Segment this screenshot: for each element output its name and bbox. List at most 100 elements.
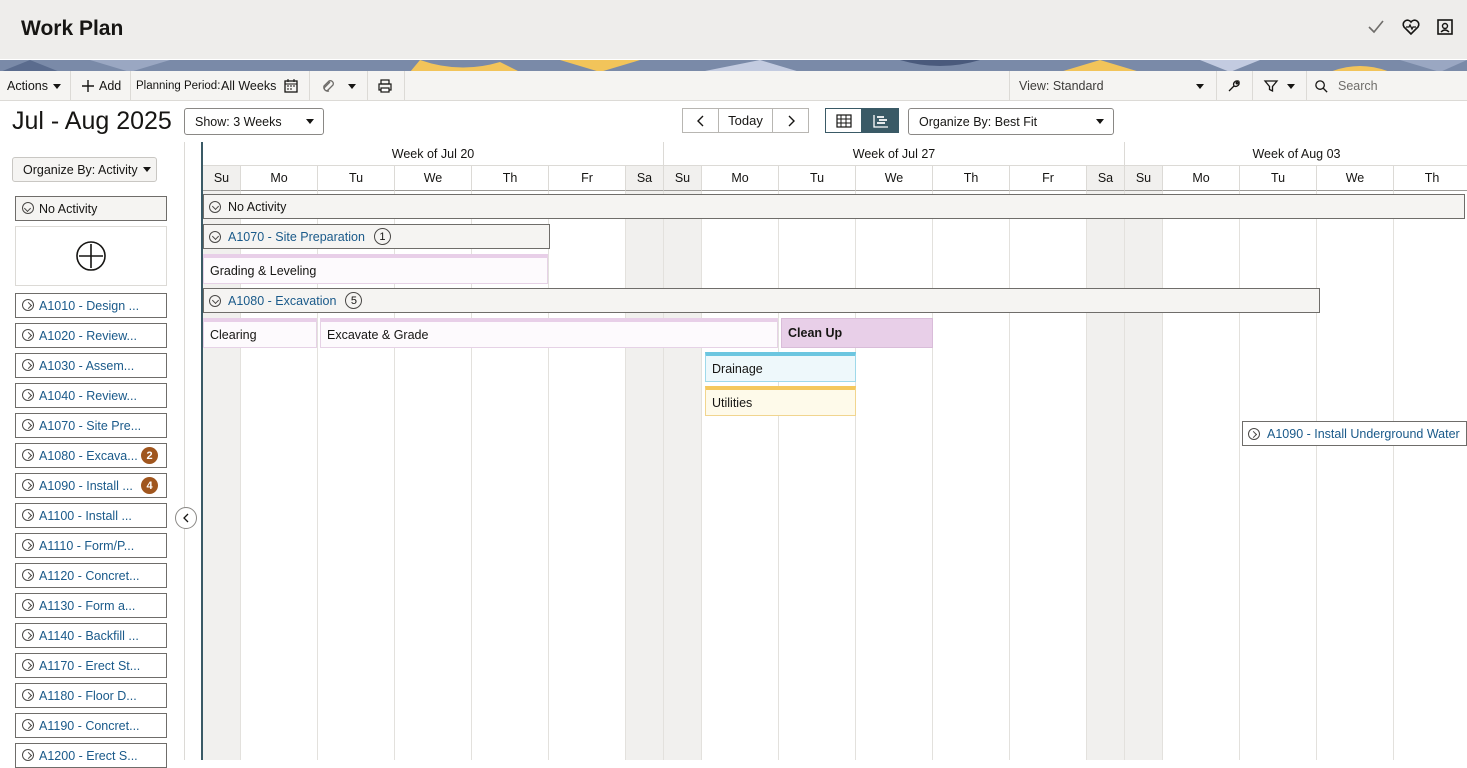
activity-label: A1070 - Site Pre... [39, 418, 142, 433]
day-column[interactable] [1394, 191, 1467, 760]
expand-icon[interactable] [22, 299, 34, 311]
task-bar[interactable]: Drainage [705, 352, 856, 382]
day-column[interactable] [1240, 191, 1317, 760]
expand-icon[interactable] [22, 599, 34, 611]
day-column[interactable] [779, 191, 856, 760]
expand-icon[interactable] [22, 509, 34, 521]
task-count-badge: 1 [373, 228, 391, 245]
collapse-panel-button[interactable] [175, 507, 197, 529]
expand-icon[interactable] [22, 629, 34, 641]
collapse-icon[interactable] [209, 295, 221, 307]
day-header: Th [933, 166, 1010, 191]
day-header: We [856, 166, 933, 191]
expand-icon[interactable] [22, 202, 34, 214]
task-bar[interactable]: Excavate & Grade [320, 318, 778, 348]
activity-tile[interactable]: A1090 - Install ... 4 [15, 473, 167, 498]
group-a1080[interactable]: A1080 - Excavation 5 [203, 288, 1320, 313]
day-column[interactable] [626, 191, 664, 760]
collapse-icon[interactable] [209, 231, 221, 243]
group-a1090[interactable]: A1090 - Install Underground Water [1242, 421, 1467, 446]
activity-tile[interactable]: A1190 - Concret... [15, 713, 167, 738]
expand-icon[interactable] [22, 449, 34, 461]
organize-by-activity-menu[interactable]: Organize By: Activity [12, 157, 157, 182]
task-bar[interactable]: Clearing [203, 318, 317, 348]
task-bar[interactable]: Utilities [705, 386, 856, 416]
activity-tile[interactable]: A1170 - Erect St... [15, 653, 167, 678]
contact-card-icon[interactable] [1435, 17, 1455, 37]
day-header: Th [1394, 166, 1467, 191]
activity-label: A1020 - Review... [39, 328, 137, 343]
day-column[interactable] [1010, 191, 1087, 760]
activity-tile[interactable]: A1130 - Form a... [15, 593, 167, 618]
view-select[interactable]: View: Standard [1019, 71, 1209, 101]
expand-icon[interactable] [22, 719, 34, 731]
day-column[interactable] [664, 191, 702, 760]
day-header: Fr [549, 166, 626, 191]
day-header: Tu [318, 166, 395, 191]
activity-label: A1200 - Erect S... [39, 748, 138, 763]
activity-tile[interactable]: A1100 - Install ... [15, 503, 167, 528]
group-a1070[interactable]: A1070 - Site Preparation 1 [203, 224, 550, 249]
expand-icon[interactable] [22, 479, 34, 491]
activity-tile[interactable]: A1070 - Site Pre... [15, 413, 167, 438]
day-column[interactable] [856, 191, 933, 760]
filter-menu[interactable] [1263, 71, 1295, 101]
collapse-icon[interactable] [209, 201, 221, 213]
activity-tile[interactable]: A1040 - Review... [15, 383, 167, 408]
activity-tile[interactable]: A1030 - Assem... [15, 353, 167, 378]
day-column[interactable] [1163, 191, 1240, 760]
day-column[interactable] [702, 191, 779, 760]
day-column[interactable] [549, 191, 626, 760]
expand-icon[interactable] [22, 359, 34, 371]
next-button[interactable] [772, 108, 809, 133]
day-column[interactable] [1087, 191, 1125, 760]
activity-label: A1100 - Install ... [39, 508, 132, 523]
activity-tile[interactable]: A1110 - Form/P... [15, 533, 167, 558]
day-column[interactable] [933, 191, 1010, 760]
expand-icon[interactable] [22, 659, 34, 671]
show-weeks-select[interactable]: Show: 3 Weeks [184, 108, 324, 135]
calendar-icon[interactable] [283, 71, 299, 101]
expand-icon[interactable] [22, 419, 34, 431]
grid-view-button[interactable] [825, 108, 862, 133]
task-bar[interactable]: Clean Up [781, 318, 933, 348]
add-activity-button[interactable] [15, 226, 167, 286]
expand-icon[interactable] [22, 569, 34, 581]
planning-period-value[interactable]: All Weeks [221, 71, 276, 101]
organize-by-select[interactable]: Organize By: Best Fit [908, 108, 1114, 135]
activity-tile[interactable]: A1010 - Design ... [15, 293, 167, 318]
activity-tile[interactable]: A1080 - Excava... 2 [15, 443, 167, 468]
activity-tile[interactable]: A1120 - Concret... [15, 563, 167, 588]
actions-menu[interactable]: Actions [7, 71, 61, 101]
attachment-menu[interactable] [320, 71, 356, 101]
wrench-icon[interactable] [1226, 71, 1242, 101]
day-column[interactable] [1317, 191, 1394, 760]
activity-tile[interactable]: A1180 - Floor D... [15, 683, 167, 708]
expand-icon[interactable] [22, 389, 34, 401]
no-activity-group[interactable]: No Activity [203, 194, 1465, 219]
expand-icon[interactable] [22, 689, 34, 701]
expand-icon[interactable] [22, 539, 34, 551]
previous-button[interactable] [682, 108, 719, 133]
expand-icon[interactable] [1248, 428, 1260, 440]
search-input[interactable]: Search [1314, 71, 1464, 101]
checkmark-icon[interactable] [1366, 17, 1386, 37]
no-activity-tile[interactable]: No Activity [15, 196, 167, 221]
print-icon[interactable] [377, 71, 393, 101]
activity-label: A1010 - Design ... [39, 298, 140, 313]
activity-tile[interactable]: A1020 - Review... [15, 323, 167, 348]
activity-tile[interactable]: A1140 - Backfill ... [15, 623, 167, 648]
expand-icon[interactable] [22, 329, 34, 341]
expand-icon[interactable] [22, 749, 34, 761]
health-icon[interactable] [1401, 17, 1421, 37]
day-header: Th [472, 166, 549, 191]
add-button[interactable]: Add [81, 71, 121, 101]
gantt-view-button[interactable] [862, 108, 899, 133]
day-column[interactable] [1125, 191, 1163, 760]
gantt-icon [872, 114, 888, 128]
activity-tile[interactable]: A1200 - Erect S... [15, 743, 167, 768]
today-button[interactable]: Today [718, 108, 773, 133]
paperclip-icon [323, 80, 334, 92]
day-header: Mo [702, 166, 779, 191]
task-bar[interactable]: Grading & Leveling [203, 254, 548, 284]
